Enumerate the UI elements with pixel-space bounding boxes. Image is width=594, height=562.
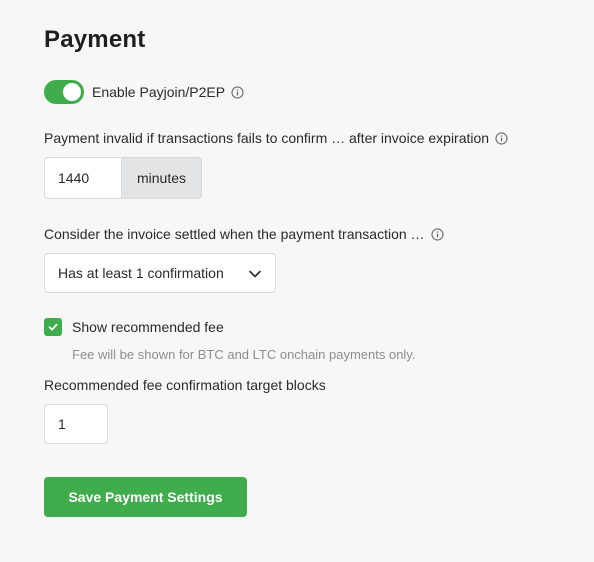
page-title: Payment [44, 26, 146, 53]
payjoin-label: Enable Payjoin/P2EP [92, 84, 226, 100]
info-circle-icon[interactable] [430, 227, 444, 241]
fee-target-label-row: Recommended fee confirmation target bloc… [44, 377, 326, 393]
info-circle-icon[interactable] [231, 85, 244, 99]
expiration-minutes-input[interactable]: 1440 [44, 157, 122, 199]
expiration-label: Payment invalid if transactions fails to… [44, 130, 490, 146]
recommended-fee-row: Show recommended fee [44, 318, 224, 336]
save-payment-settings-button[interactable]: Save Payment Settings [44, 477, 247, 517]
settlement-selected-value: Has at least 1 confirmation [58, 265, 224, 281]
expiration-input-group: 1440 minutes [44, 157, 202, 199]
settlement-label-row: Consider the invoice settled when the pa… [44, 226, 444, 242]
payjoin-toggle[interactable] [44, 80, 84, 104]
info-circle-icon[interactable] [495, 131, 508, 145]
fee-target-label: Recommended fee confirmation target bloc… [44, 377, 326, 393]
fee-target-input[interactable]: 1 [44, 404, 108, 444]
expiration-label-row: Payment invalid if transactions fails to… [44, 130, 508, 146]
minutes-suffix: minutes [122, 157, 202, 199]
settlement-label: Consider the invoice settled when the pa… [44, 226, 425, 242]
recommended-fee-label: Show recommended fee [72, 319, 224, 335]
recommended-fee-checkbox[interactable] [44, 318, 62, 336]
recommended-fee-help: Fee will be shown for BTC and LTC onchai… [72, 347, 416, 362]
payjoin-toggle-row: Enable Payjoin/P2EP [44, 80, 244, 104]
toggle-knob [63, 83, 81, 101]
checkmark-icon [48, 323, 58, 331]
settlement-select[interactable]: Has at least 1 confirmation [44, 253, 276, 293]
payment-settings-page: Payment Enable Payjoin/P2EP Payment inva… [0, 0, 594, 562]
chevron-down-icon [249, 270, 261, 278]
